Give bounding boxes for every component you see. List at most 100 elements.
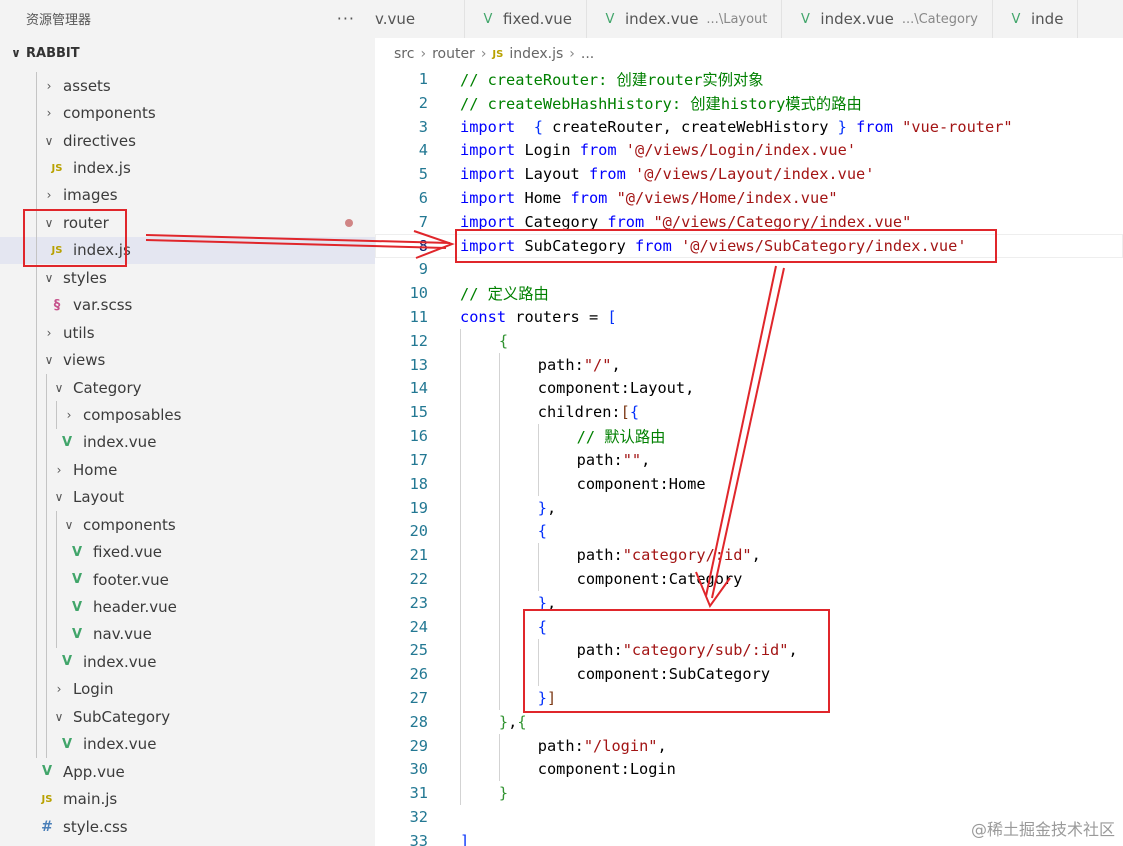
tree-file[interactable]: # style.css	[0, 813, 375, 840]
editor-tab[interactable]: v.vue	[375, 0, 465, 38]
tree-folder[interactable]: ∨ views	[0, 346, 375, 374]
code-line[interactable]: 29 path:"/login",	[375, 733, 1123, 758]
breadcrumb-router[interactable]: router	[432, 46, 475, 62]
tree-folder[interactable]: › images	[0, 181, 375, 210]
code-line[interactable]: 26 component:SubCategory	[375, 662, 1123, 687]
code-line[interactable]: 9	[375, 258, 1123, 282]
code-token: path:	[576, 641, 623, 660]
tree-folder[interactable]: › components	[0, 99, 375, 127]
code-token: path:	[537, 355, 584, 374]
line-number: 9	[418, 260, 428, 279]
workspace-root[interactable]: ∨ RABBIT	[0, 41, 375, 65]
code-line[interactable]: 2 // createWebHashHistory: 创建history模式的路由	[375, 91, 1123, 115]
code-text: }]	[460, 689, 556, 707]
code-line[interactable]: 27}]	[375, 686, 1123, 710]
tree-file[interactable]: Vfooter.vue	[0, 565, 375, 594]
code-editor[interactable]: 1 // createRouter: 创建router实例对象 2 // create…	[375, 67, 1123, 846]
tree-folder[interactable]: › Home	[0, 456, 375, 484]
code-line[interactable]: 16 // 默认路由	[375, 424, 1123, 448]
tree-folder[interactable]: ∨ directives	[0, 126, 375, 155]
indent-guide	[56, 565, 57, 594]
indent-guide	[460, 519, 461, 544]
code-line[interactable]: 19},	[375, 495, 1123, 520]
indent-guide	[498, 590, 500, 615]
chevron-right-icon: ›	[46, 106, 52, 121]
code-text: },	[460, 594, 556, 612]
tree-folder[interactable]: ∨ styles	[0, 264, 375, 292]
tree-file[interactable]: Vindex.vue	[0, 428, 375, 457]
tree-file[interactable]: Vindex.vue	[0, 730, 375, 758]
code-line[interactable]: 5 import Layout from '@/views/Layout/inde…	[375, 162, 1123, 186]
indent-guide	[56, 511, 57, 539]
editor-tab[interactable]: Vfixed.vue	[465, 0, 587, 38]
indent-guide	[46, 428, 47, 457]
tree-file[interactable]: § var.scss	[0, 291, 375, 319]
code-line[interactable]: 10 // 定义路由	[375, 281, 1123, 305]
breadcrumb-file[interactable]: index.js	[509, 46, 563, 62]
code-token: const	[460, 308, 507, 327]
code-line[interactable]: 8 import SubCategory from '@/views/SubCat…	[375, 234, 1123, 258]
code-line[interactable]: 1 // createRouter: 创建router实例对象	[375, 67, 1123, 91]
code-line[interactable]: 31}	[375, 781, 1123, 806]
tree-file[interactable]: Vfixed.vue	[0, 538, 375, 566]
code-line[interactable]: 24 {	[375, 614, 1123, 639]
tree-file[interactable]: JS index.js	[0, 154, 375, 182]
tree-folder[interactable]: › Login	[0, 675, 375, 704]
code-token: // 默认路由	[576, 428, 666, 447]
code-token: from	[570, 188, 608, 207]
code-line[interactable]: 18 component:Home	[375, 471, 1123, 496]
code-line[interactable]: 21 path:"category/:id",	[375, 543, 1123, 568]
editor-tab[interactable]: Vindex.vue ...\Layout	[587, 0, 783, 38]
code-line[interactable]: 7 import Category from "@/views/Category/…	[375, 210, 1123, 234]
tree-file[interactable]: Vindex.vue	[0, 648, 375, 676]
line-number: 19	[409, 498, 428, 517]
tree-item-label: assets	[63, 76, 111, 95]
more-actions-icon[interactable]: ···	[337, 9, 355, 28]
code-line[interactable]: 12 {	[375, 328, 1123, 353]
code-line[interactable]: 20 {	[375, 519, 1123, 544]
code-line[interactable]: 13 path:"/",	[375, 352, 1123, 377]
tree-item-label: images	[63, 186, 118, 205]
editor-tab[interactable]: Vindex.vue ...\Category	[782, 0, 993, 38]
tree-folder[interactable]: ∨ components	[0, 511, 375, 539]
line-number: 29	[409, 736, 428, 755]
indent-guide	[36, 730, 37, 758]
code-line[interactable]: 25 path:"category/sub/:id",	[375, 638, 1123, 663]
indent-guide	[537, 662, 539, 687]
tree-folder[interactable]: ∨ SubCategory	[0, 703, 375, 731]
tree-file[interactable]: Vheader.vue	[0, 593, 375, 621]
code-line[interactable]: 23},	[375, 590, 1123, 615]
code-line[interactable]: 17 path:"",	[375, 448, 1123, 472]
breadcrumb-src[interactable]: src	[394, 46, 414, 62]
tree-item-label: index.vue	[83, 735, 157, 754]
vue-file-icon: V	[800, 11, 810, 27]
code-line[interactable]: 3 import { createRouter, createWebHistory…	[375, 115, 1123, 139]
tree-folder[interactable]: › utils	[0, 318, 375, 347]
tree-folder[interactable]: › assets	[0, 72, 375, 100]
tree-folder[interactable]: ∨ Layout	[0, 483, 375, 511]
tree-file[interactable]: V App.vue	[0, 758, 375, 785]
tree-folder[interactable]: ∨ router	[0, 209, 375, 237]
tree-folder[interactable]: ∨ Category	[0, 373, 375, 402]
indent-guide	[46, 373, 47, 402]
code-token: {	[537, 522, 547, 541]
code-line[interactable]: 28},{	[375, 709, 1123, 734]
code-line[interactable]: 15 children:[{	[375, 400, 1123, 425]
tree-folder[interactable]: › composables	[0, 401, 375, 429]
code-line[interactable]: 4 import Login from '@/views/Login/index.…	[375, 138, 1123, 162]
file-tree: › assets › components ∨ directives JS index.js ›…	[0, 72, 375, 840]
code-line[interactable]: 14 component:Layout,	[375, 376, 1123, 401]
code-line[interactable]: 22 component:Category	[375, 567, 1123, 591]
tree-file[interactable]: JS index.js	[0, 236, 375, 265]
editor-tab[interactable]: Vinde	[993, 0, 1079, 38]
indent-guide	[537, 567, 539, 591]
code-token: {	[498, 331, 509, 350]
code-line[interactable]: 6 import Home from "@/views/Home/index.vu…	[375, 186, 1123, 210]
breadcrumb-tail[interactable]: ...	[581, 46, 594, 62]
tree-file[interactable]: JS main.js	[0, 785, 375, 812]
watermark: @稀土掘金技术社区	[970, 820, 1115, 839]
indent-guide	[46, 511, 47, 539]
tree-file[interactable]: Vnav.vue	[0, 620, 375, 649]
code-line[interactable]: 30 component:Login	[375, 757, 1123, 782]
code-line[interactable]: 11 const routers = [	[375, 305, 1123, 329]
